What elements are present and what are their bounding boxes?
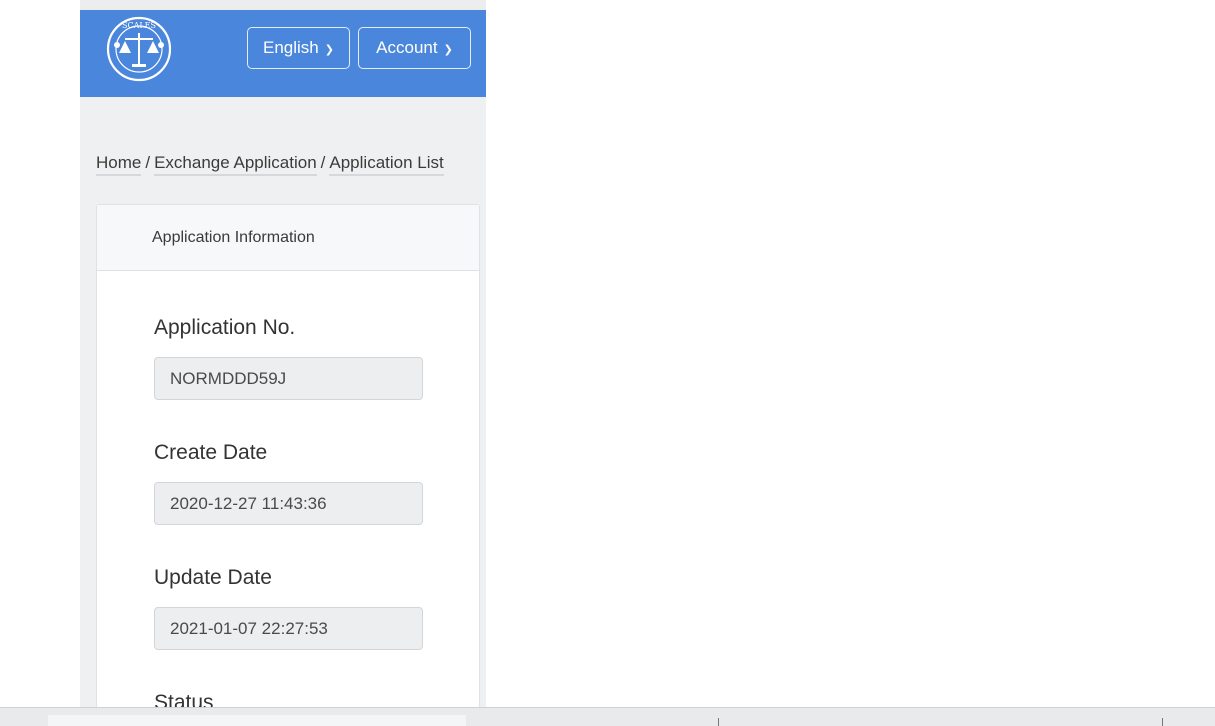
scales-logo-icon[interactable]: SCALES <box>105 15 173 83</box>
account-dropdown-button[interactable]: Account ❯ <box>358 27 471 69</box>
chevron-down-icon: ❯ <box>443 43 453 56</box>
breadcrumb-home[interactable]: Home <box>96 153 142 176</box>
page: SCALES English ❯ Account ❯ Home / Exchange… <box>0 0 1215 726</box>
create-date-label: Create Date <box>154 441 268 464</box>
card-title: Application Information <box>97 205 479 271</box>
breadcrumb-application-list[interactable]: Application List <box>329 153 444 176</box>
bottom-bar-segment <box>48 715 466 726</box>
application-info-card: Application Information Application No. … <box>96 204 480 708</box>
app-viewport: SCALES English ❯ Account ❯ Home / Exchange… <box>80 10 486 708</box>
bottom-bar-divider <box>718 718 719 726</box>
top-strip <box>80 0 486 10</box>
create-date-field: 2020-12-27 11:43:36 <box>154 482 423 525</box>
update-date-label: Update Date <box>154 566 272 589</box>
app-header: SCALES English ❯ Account ❯ <box>80 10 486 97</box>
language-dropdown-button[interactable]: English ❯ <box>247 27 350 69</box>
language-label: English <box>263 38 319 57</box>
breadcrumb-exchange-application[interactable]: Exchange Application <box>154 153 317 176</box>
account-label: Account <box>376 38 438 57</box>
bottom-bar-divider <box>1162 718 1163 726</box>
breadcrumb: Home / Exchange Application / Application Li… <box>96 153 444 176</box>
application-no-field: NORMDDD59J <box>154 357 423 400</box>
breadcrumb-separator: / <box>145 153 151 172</box>
update-date-field: 2021-01-07 22:27:53 <box>154 607 423 650</box>
chevron-down-icon: ❯ <box>324 43 334 56</box>
status-label: Status <box>154 691 214 708</box>
application-no-label: Application No. <box>154 316 296 339</box>
svg-text:SCALES: SCALES <box>122 21 156 30</box>
browser-bottom-bar <box>0 707 1215 726</box>
breadcrumb-separator: / <box>320 153 326 172</box>
